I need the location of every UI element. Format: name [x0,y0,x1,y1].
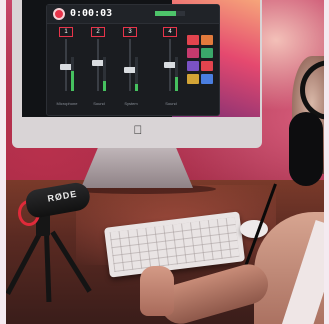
keyboard-keys [109,216,240,273]
channel-level-fill [135,84,138,91]
channel-level-fill [103,80,106,91]
app-header: 0:00:03 [47,5,219,24]
channel-level-fill [71,70,74,91]
imac-monitor: 0:00:03 1 Microphone 2 Sound 3 System 4 Sound  [12,0,262,148]
sound-pad-grid [187,27,215,107]
sound-pad [187,35,199,45]
fader-track [129,39,131,91]
channel-label: Microphone [56,101,78,106]
channel-label: Sound [93,101,105,106]
channel-level-meter [135,57,138,91]
sound-pad [201,48,213,58]
monitor-screen: 0:00:03 1 Microphone 2 Sound 3 System 4 Sound [22,0,260,117]
headphone-earcup [289,112,323,186]
sound-pad [187,74,199,84]
apple-logo-icon:  [133,124,143,136]
channel-level-meter [175,57,178,91]
record-icon [53,8,65,20]
sound-pad [187,61,199,71]
mixer-channel: 1 Microphone [55,27,77,111]
mixer-channel: 4 Sound [159,27,181,111]
channel-level-fill [175,77,178,91]
audio-mixer-app-window: 0:00:03 1 Microphone 2 Sound 3 System 4 Sound [46,4,220,116]
channel-number-badge: 4 [163,27,177,37]
sound-pad [187,48,199,58]
monitor-stand [81,148,193,188]
sound-pad [201,74,213,84]
person-hand [140,266,174,316]
channel-label: System [124,101,138,106]
sound-pad [201,35,213,45]
sound-pad [201,61,213,71]
channel-number-badge: 2 [91,27,105,37]
channel-level-meter [71,57,74,91]
output-level-meter [155,11,185,16]
photo-scene: 0:00:03 1 Microphone 2 Sound 3 System 4 Sound … [6,0,324,324]
recording-timer: 0:00:03 [70,8,113,19]
mic-brand-label: RØDE [46,188,79,204]
mixer-channel: 2 Sound [87,27,109,111]
mixer-channel: 3 System [119,27,141,111]
channel-level-meter [103,57,106,91]
output-level-fill [155,11,176,16]
channel-label: Sound [165,101,177,106]
channel-number-badge: 1 [59,27,73,37]
channel-number-badge: 3 [123,27,137,37]
